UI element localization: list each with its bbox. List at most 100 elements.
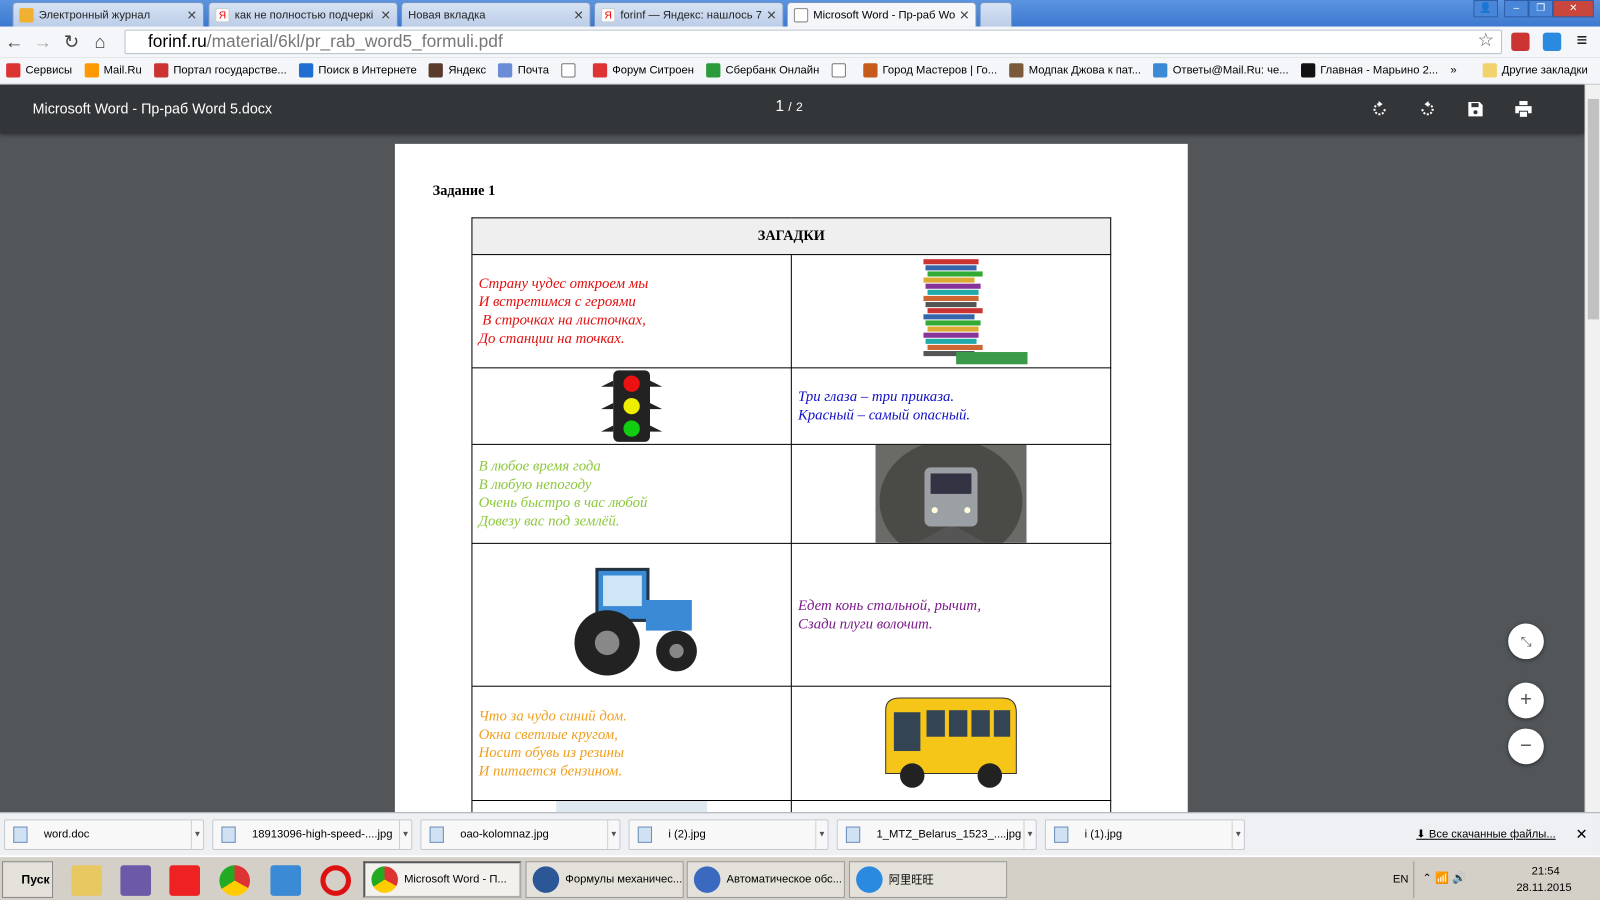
- download-item[interactable]: 18913096-high-speed-....jpg ▼: [212, 819, 413, 850]
- tractor-image: [574, 567, 697, 675]
- star-icon[interactable]: ☆: [1478, 30, 1494, 51]
- riddle-text: В любое время года В любую непогоду Очень …: [471, 443, 792, 544]
- bookmark[interactable]: Поиск в Интернете: [298, 63, 417, 78]
- tray-icons[interactable]: ⌃ 📶 🔊: [1422, 871, 1466, 884]
- download-icon: ⬇: [1416, 828, 1429, 841]
- riddle-text: Что за чудо синий дом. Окна светлые круго…: [471, 685, 792, 802]
- taskbar-window[interactable]: 阿里旺旺: [848, 861, 1008, 898]
- bookmark[interactable]: Портал государстве...: [153, 63, 287, 78]
- close-icon[interactable]: ✕: [1575, 826, 1587, 843]
- file-icon: [1054, 826, 1069, 843]
- bookmark-icon: [153, 63, 169, 78]
- document-title: Microsoft Word - Пр-раб Word 5.docx: [32, 99, 273, 117]
- download-item[interactable]: word.doc ▼: [4, 819, 205, 850]
- yandex-browser-icon[interactable]: [169, 865, 200, 896]
- vertical-scrollbar[interactable]: [1584, 84, 1600, 813]
- bookmark[interactable]: Ответы@Mail.Ru: че...: [1153, 63, 1289, 78]
- download-item[interactable]: i (1).jpg ▼: [1044, 819, 1245, 850]
- tab-yandex-search[interactable]: Якак не полностью подчеркі ✕: [208, 2, 398, 27]
- opera-icon[interactable]: [320, 865, 352, 896]
- bookmark[interactable]: Почта: [498, 63, 549, 78]
- save-icon[interactable]: [1465, 99, 1485, 119]
- extension-icon[interactable]: [1511, 32, 1530, 52]
- bookmark[interactable]: Форум Ситроен: [592, 63, 694, 78]
- user-icon[interactable]: 👤: [1473, 0, 1498, 18]
- taskbar: Пуск Microsoft Word - П... Формулы механи…: [0, 855, 1600, 900]
- bookmark[interactable]: Модпак Джова к пат...: [1009, 63, 1141, 78]
- chrome-icon[interactable]: [219, 865, 250, 896]
- back-icon[interactable]: ←: [0, 31, 29, 52]
- bookmark[interactable]: [831, 63, 851, 78]
- bookmark[interactable]: Яндекс: [429, 63, 486, 78]
- riddle-line: В строчках на листочках,: [478, 312, 646, 329]
- app-icon: [371, 866, 398, 893]
- bookmark[interactable]: Сервисы: [6, 63, 72, 78]
- bookmark-icon: [561, 63, 576, 78]
- minimize-button[interactable]: –: [1504, 0, 1529, 18]
- rotate-counterclockwise-icon[interactable]: [1417, 99, 1437, 119]
- home-icon[interactable]: ⌂: [86, 31, 115, 52]
- explorer-icon[interactable]: [71, 865, 103, 896]
- tab-new[interactable]: Новая вкладка ✕: [401, 2, 591, 27]
- chevron-down-icon[interactable]: ▼: [1023, 820, 1035, 849]
- yandex-icon: Я: [215, 7, 230, 22]
- download-item[interactable]: 1_MTZ_Belarus_1523_....jpg ▼: [836, 819, 1037, 850]
- forward-icon[interactable]: →: [29, 31, 58, 52]
- more-bookmarks[interactable]: »: [1450, 64, 1456, 76]
- start-button[interactable]: Пуск: [2, 861, 54, 898]
- download-item[interactable]: oao-kolomnaz.jpg ▼: [420, 819, 621, 850]
- address-bar[interactable]: forinf.ru/material/6kl/pr_rab_word5_form…: [124, 29, 1503, 55]
- bookmark[interactable]: Город Мастеров | Го...: [863, 63, 997, 78]
- media-icon[interactable]: [270, 865, 302, 896]
- close-window-button[interactable]: ✕: [1553, 0, 1594, 18]
- extension-icon[interactable]: [1542, 32, 1562, 52]
- download-item[interactable]: i (2).jpg ▼: [628, 819, 829, 850]
- book: [923, 295, 979, 302]
- taskbar-window[interactable]: Формулы механичес...: [525, 861, 684, 898]
- fit-to-page-button[interactable]: ⤡: [1508, 623, 1544, 660]
- app-icon[interactable]: [120, 865, 152, 896]
- close-icon[interactable]: ✕: [959, 8, 969, 22]
- riddle-line: Носит обувь из резины: [478, 744, 625, 761]
- rotate-clockwise-icon[interactable]: [1369, 99, 1389, 119]
- riddle-image: [471, 542, 792, 687]
- riddle-line: В любое время года: [478, 458, 601, 475]
- tab-pdf[interactable]: Microsoft Word - Пр-раб Wor ✕: [786, 2, 977, 27]
- language-indicator[interactable]: EN: [1393, 873, 1409, 885]
- close-icon[interactable]: ✕: [573, 8, 583, 22]
- chevron-down-icon[interactable]: ▼: [607, 820, 619, 849]
- bookmark[interactable]: Сбербанк Онлайн: [706, 63, 819, 78]
- chevron-down-icon[interactable]: ▼: [1231, 820, 1244, 849]
- book: [925, 338, 977, 344]
- zoom-in-button[interactable]: +: [1508, 682, 1544, 719]
- tab-forinf-search[interactable]: Яforinf — Яндекс: нашлось 7 ✕: [593, 2, 784, 27]
- chevron-down-icon[interactable]: ▼: [190, 820, 203, 849]
- book: [927, 271, 983, 277]
- book: [923, 277, 975, 283]
- menu-icon[interactable]: ≡: [1577, 30, 1588, 51]
- all-downloads-link[interactable]: ⬇ Все скачанные файлы...: [1416, 828, 1555, 841]
- taskbar-window[interactable]: Автоматическое обс...: [686, 861, 845, 898]
- riddle-image: [790, 254, 1112, 369]
- taskbar-window[interactable]: Microsoft Word - П...: [363, 861, 522, 898]
- riddle-line: И питается бензином.: [478, 762, 623, 780]
- riddle-text: Едет конь стальной, рычит, Сзади плуги во…: [790, 542, 1112, 687]
- bookmark[interactable]: Mail.Ru: [84, 63, 142, 78]
- close-icon[interactable]: ✕: [187, 8, 197, 22]
- print-icon[interactable]: [1513, 99, 1533, 119]
- chevron-down-icon[interactable]: ▼: [398, 820, 411, 849]
- bookmark[interactable]: [561, 63, 580, 78]
- chevron-down-icon[interactable]: ▼: [815, 820, 827, 849]
- pdf-toolbar: Microsoft Word - Пр-раб Word 5.docx 1 / …: [0, 84, 1585, 134]
- close-icon[interactable]: ✕: [381, 8, 391, 22]
- reload-icon[interactable]: ↻: [57, 31, 86, 52]
- restore-button[interactable]: ❐: [1528, 0, 1554, 18]
- other-bookmarks[interactable]: Другие закладки: [1482, 63, 1588, 78]
- bookmark[interactable]: Главная - Марьино 2...: [1300, 63, 1438, 78]
- tab-journal[interactable]: Электронный журнал ✕: [12, 2, 205, 27]
- close-icon[interactable]: ✕: [766, 8, 776, 22]
- new-tab-button[interactable]: [979, 2, 1013, 27]
- scrollbar-thumb[interactable]: [1587, 98, 1599, 320]
- file-icon: [429, 826, 444, 843]
- zoom-out-button[interactable]: −: [1508, 728, 1544, 765]
